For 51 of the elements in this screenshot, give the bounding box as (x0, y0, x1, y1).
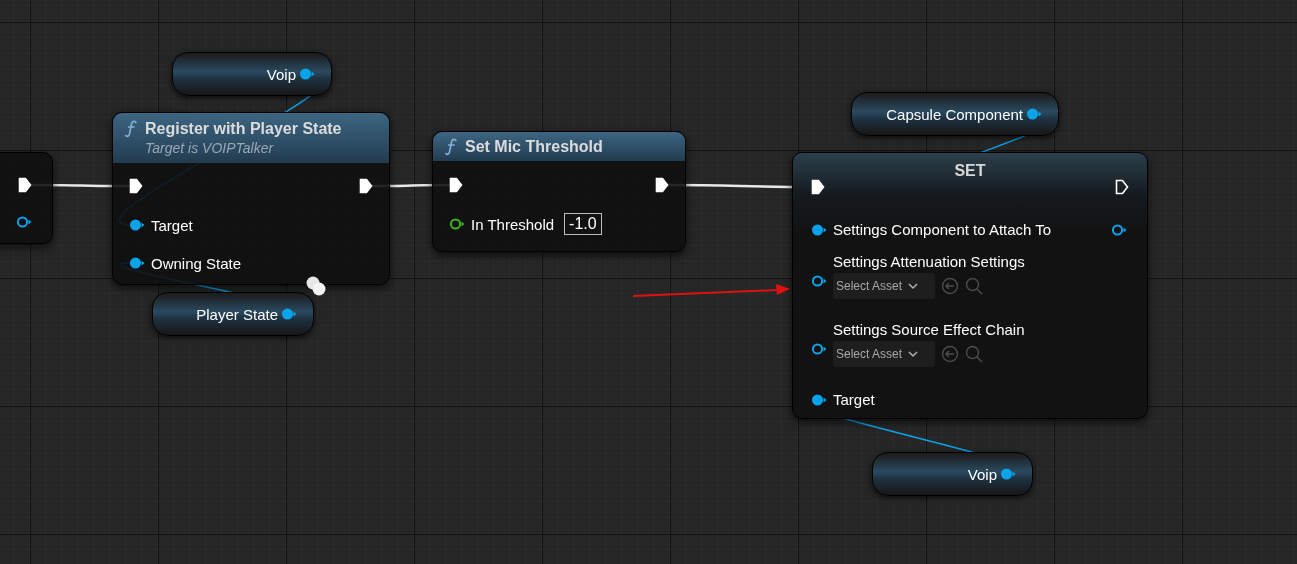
pin-icon[interactable] (1000, 467, 1016, 481)
function-icon (445, 138, 457, 156)
asset-dropdown[interactable]: Select Asset (833, 341, 935, 367)
input-field[interactable]: -1.0 (564, 213, 602, 235)
function-node[interactable]: Set Mic Threshold In Threshold -1.0 (432, 131, 686, 252)
node-card[interactable] (0, 152, 53, 244)
node-title: SET (954, 161, 986, 181)
pin-label: Settings Attenuation Settings (833, 253, 1025, 271)
node-label: Voip (266, 66, 296, 82)
exec-pin-icon[interactable] (1115, 179, 1129, 195)
exec-pin-icon[interactable] (18, 177, 32, 193)
pin-icon[interactable] (1111, 223, 1127, 237)
pin-label: Settings Source Effect Chain (833, 321, 1025, 339)
pin-label: In Threshold (471, 216, 555, 232)
pin-icon[interactable] (299, 67, 315, 81)
node-subtitle: Target is VOIPTalker (145, 139, 275, 157)
exec-pin-icon[interactable] (129, 178, 143, 194)
function-node[interactable]: Register with Player State Target is VOIPTalker Target Owning State (112, 112, 390, 285)
pin-icon[interactable] (16, 215, 32, 229)
pin-icon[interactable] (811, 393, 827, 407)
pin-icon[interactable] (281, 307, 297, 321)
asset-dropdown[interactable]: Select Asset (833, 273, 935, 299)
node-label: Player State (196, 306, 278, 322)
set-node[interactable]: SET Settings Component to Attach To Settings Attenuation Settings Select Asset Settings Source Effect Chain Select Asset Target (792, 152, 1148, 419)
pin-label: Target (833, 391, 875, 409)
exec-pin-icon[interactable] (655, 177, 669, 193)
exec-pin-icon[interactable] (811, 179, 825, 195)
node-label: Capsule Component (886, 106, 1023, 122)
knot-icon (306, 276, 326, 296)
exec-pin-icon[interactable] (359, 178, 373, 194)
pin-label: Settings Component to Attach To (833, 221, 1052, 239)
node-title: Register with Player State (145, 119, 342, 139)
pin-label: Target (151, 217, 193, 233)
variable-node[interactable]: Player State (152, 292, 314, 336)
pin-icon[interactable] (449, 217, 465, 231)
variable-node[interactable]: Voip (872, 452, 1033, 496)
variable-node[interactable]: Capsule Component (851, 92, 1059, 136)
pin-icon[interactable] (811, 342, 827, 356)
pin-label: Owning State (151, 255, 242, 271)
node-label: Voip (967, 466, 997, 482)
exec-pin-icon[interactable] (449, 177, 463, 193)
pin-icon[interactable] (1026, 107, 1042, 121)
variable-node[interactable]: Voip (172, 52, 332, 96)
pin-icon[interactable] (129, 218, 145, 232)
node-title: Set Mic Threshold (465, 137, 603, 157)
pin-icon[interactable] (811, 223, 827, 237)
function-icon (125, 120, 137, 138)
pin-icon[interactable] (811, 274, 827, 288)
chevron-down-icon (908, 282, 919, 290)
pin-icon[interactable] (129, 256, 145, 270)
chevron-down-icon (908, 350, 919, 358)
